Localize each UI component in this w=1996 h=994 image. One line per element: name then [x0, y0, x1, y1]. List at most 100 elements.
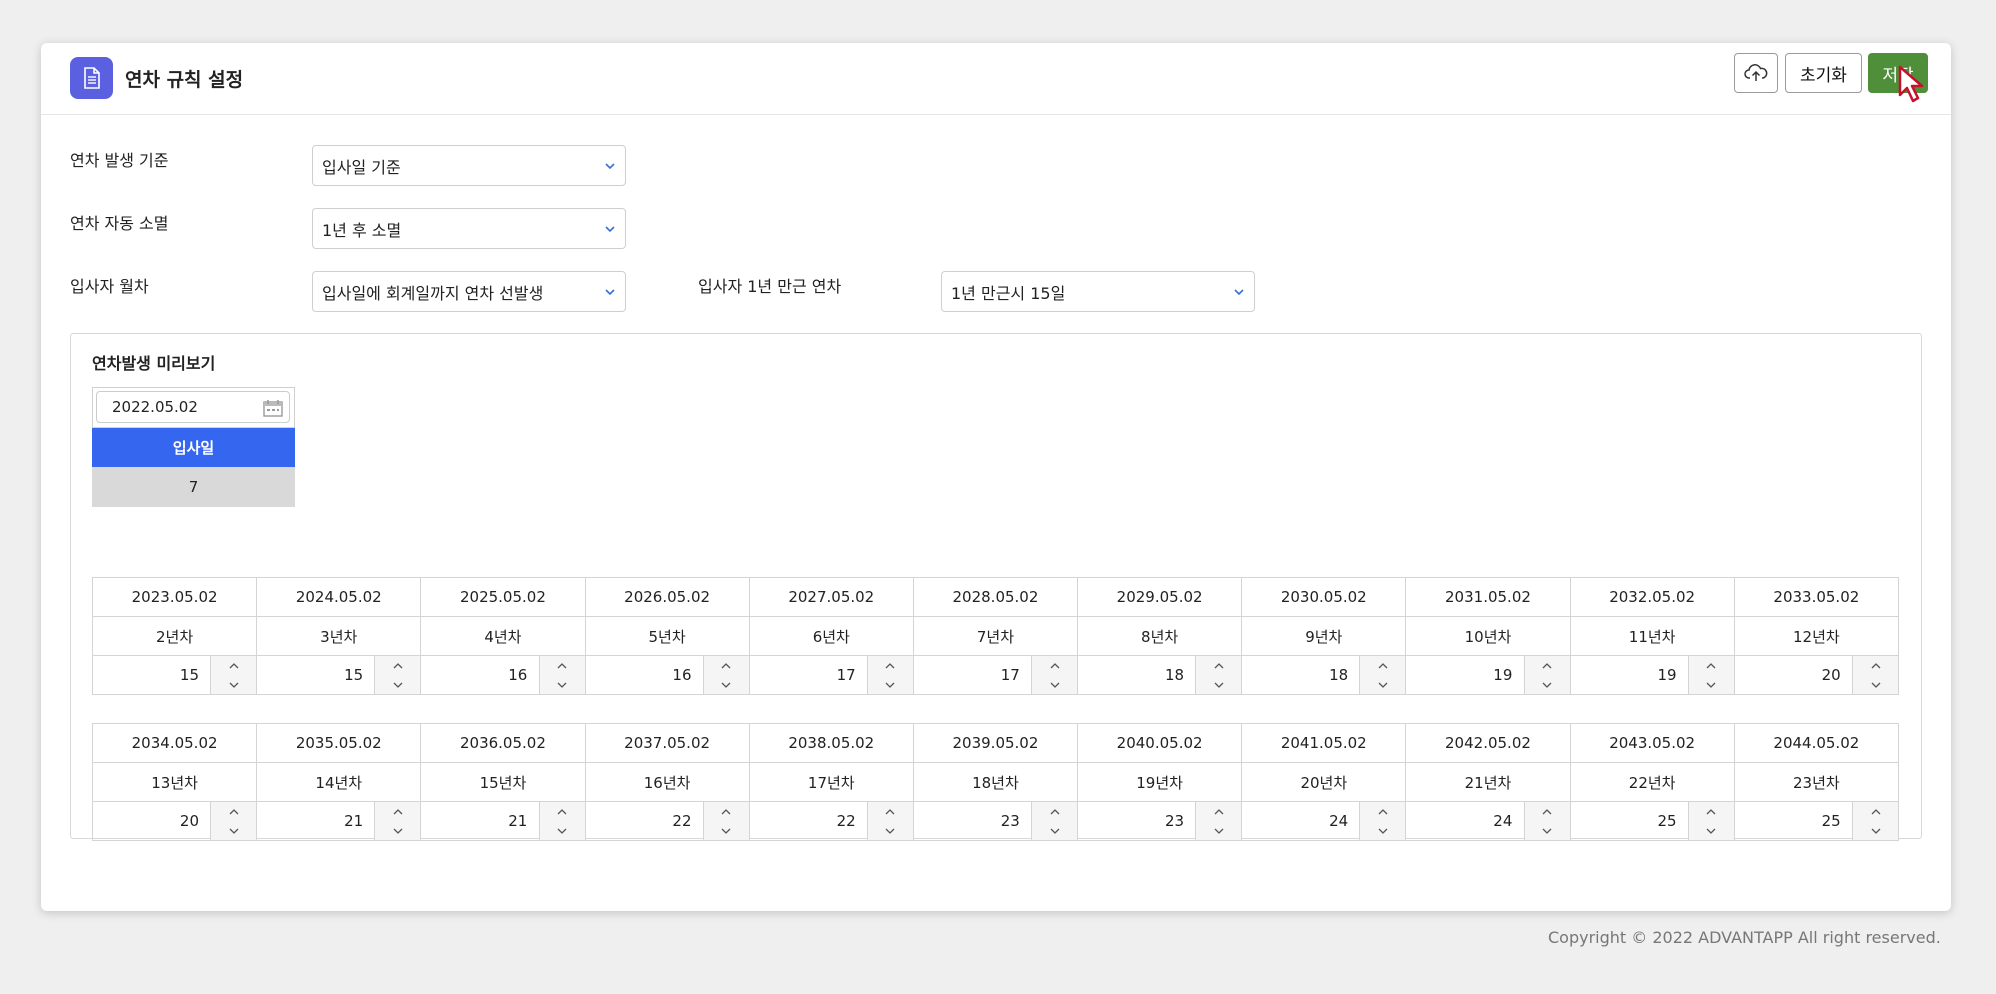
leave-days-stepper[interactable]: 18 — [1241, 655, 1407, 695]
leave-days-value[interactable]: 23 — [1078, 802, 1196, 840]
chevron-up-icon[interactable] — [1689, 802, 1734, 821]
chevron-up-icon[interactable] — [1853, 656, 1898, 675]
chevron-up-icon[interactable] — [540, 802, 585, 821]
chevron-down-icon[interactable] — [868, 675, 913, 694]
monthly-leave-select[interactable]: 입사일에 회계일까지 연차 선발생 — [312, 271, 626, 312]
chevron-down-icon[interactable] — [1525, 821, 1570, 840]
chevron-up-icon[interactable] — [375, 802, 420, 821]
calendar-icon[interactable] — [263, 399, 283, 417]
chevron-down-icon[interactable] — [211, 675, 256, 694]
leave-days-stepper[interactable]: 15 — [91, 655, 258, 695]
leave-days-value[interactable]: 17 — [914, 656, 1032, 694]
chevron-down-icon[interactable] — [375, 675, 420, 694]
chevron-up-icon[interactable] — [1525, 802, 1570, 821]
one-year-leave-select[interactable]: 1년 만근시 15일 — [941, 271, 1255, 312]
leave-days-stepper[interactable]: 23 — [912, 801, 1079, 841]
leave-days-value[interactable]: 16 — [586, 656, 704, 694]
chevron-down-icon[interactable] — [1360, 821, 1405, 840]
leave-days-value[interactable]: 19 — [1571, 656, 1689, 694]
chevron-up-icon[interactable] — [868, 802, 913, 821]
auto-expire-label: 연차 자동 소멸 — [70, 214, 169, 233]
leave-days-stepper[interactable]: 25 — [1733, 801, 1900, 841]
chevron-up-icon[interactable] — [540, 656, 585, 675]
leave-days-stepper[interactable]: 21 — [420, 801, 586, 841]
leave-days-stepper[interactable]: 22 — [748, 801, 914, 841]
leave-days-value[interactable]: 15 — [257, 656, 375, 694]
upload-button[interactable] — [1734, 53, 1778, 93]
chevron-up-icon[interactable] — [211, 656, 256, 675]
chevron-up-icon[interactable] — [1032, 802, 1077, 821]
chevron-down-icon[interactable] — [540, 821, 585, 840]
leave-days-stepper[interactable]: 16 — [420, 655, 586, 695]
chevron-up-icon[interactable] — [1196, 656, 1241, 675]
chevron-up-icon[interactable] — [868, 656, 913, 675]
stepper-controls — [210, 802, 257, 840]
leave-days-value[interactable]: 21 — [421, 802, 539, 840]
chevron-down-icon[interactable] — [1032, 821, 1077, 840]
leave-days-stepper[interactable]: 24 — [1405, 801, 1571, 841]
leave-days-value[interactable]: 19 — [1406, 656, 1524, 694]
leave-days-value[interactable]: 24 — [1242, 802, 1360, 840]
chevron-down-icon[interactable] — [1525, 675, 1570, 694]
chevron-down-icon[interactable] — [1360, 675, 1405, 694]
chevron-up-icon[interactable] — [704, 802, 749, 821]
chevron-down-icon[interactable] — [1853, 821, 1898, 840]
chevron-down-icon[interactable] — [704, 821, 749, 840]
leave-days-stepper[interactable]: 17 — [748, 655, 914, 695]
chevron-down-icon[interactable] — [211, 821, 256, 840]
leave-days-value[interactable]: 20 — [93, 802, 211, 840]
chevron-up-icon[interactable] — [1032, 656, 1077, 675]
chevron-up-icon[interactable] — [1853, 802, 1898, 821]
leave-days-value[interactable]: 22 — [750, 802, 868, 840]
chevron-down-icon[interactable] — [1196, 821, 1241, 840]
chevron-down-icon[interactable] — [1689, 675, 1734, 694]
leave-days-value[interactable]: 20 — [1735, 656, 1853, 694]
leave-days-value[interactable]: 17 — [750, 656, 868, 694]
chevron-up-icon[interactable] — [704, 656, 749, 675]
leave-days-stepper[interactable]: 25 — [1569, 801, 1735, 841]
year-row: 2년차 3년차 4년차 5년차 6년차 7년차 8년차 9년차 10년차 11년차 12년차 — [91, 616, 1900, 656]
occurrence-basis-select[interactable]: 입사일 기준 — [312, 145, 626, 186]
chevron-down-icon[interactable] — [868, 821, 913, 840]
leave-days-value[interactable]: 22 — [586, 802, 704, 840]
chevron-up-icon[interactable] — [1196, 802, 1241, 821]
leave-days-value[interactable]: 25 — [1571, 802, 1689, 840]
leave-days-stepper[interactable]: 21 — [256, 801, 422, 841]
leave-days-value[interactable]: 18 — [1078, 656, 1196, 694]
leave-days-value[interactable]: 24 — [1406, 802, 1524, 840]
chevron-down-icon[interactable] — [540, 675, 585, 694]
reset-button[interactable]: 초기화 — [1785, 53, 1862, 93]
leave-days-stepper[interactable]: 24 — [1241, 801, 1407, 841]
leave-days-stepper[interactable]: 15 — [256, 655, 422, 695]
leave-days-stepper[interactable]: 19 — [1405, 655, 1571, 695]
chevron-down-icon[interactable] — [704, 675, 749, 694]
leave-days-value[interactable]: 21 — [257, 802, 375, 840]
chevron-down-icon[interactable] — [1689, 821, 1734, 840]
leave-days-value[interactable]: 23 — [914, 802, 1032, 840]
chevron-up-icon[interactable] — [1689, 656, 1734, 675]
anniversary-date-cell: 2027.05.02 — [748, 577, 914, 617]
chevron-up-icon[interactable] — [1360, 802, 1405, 821]
chevron-down-icon[interactable] — [1032, 675, 1077, 694]
leave-days-stepper[interactable]: 18 — [1077, 655, 1243, 695]
chevron-up-icon[interactable] — [375, 656, 420, 675]
hire-date-input[interactable]: 2022.05.02 — [96, 391, 290, 423]
chevron-down-icon[interactable] — [1853, 675, 1898, 694]
leave-days-value[interactable]: 25 — [1735, 802, 1853, 840]
leave-days-stepper[interactable]: 16 — [584, 655, 750, 695]
chevron-down-icon[interactable] — [1196, 675, 1241, 694]
chevron-up-icon[interactable] — [1525, 656, 1570, 675]
leave-days-value[interactable]: 18 — [1242, 656, 1360, 694]
leave-days-stepper[interactable]: 23 — [1077, 801, 1243, 841]
leave-days-stepper[interactable]: 20 — [91, 801, 258, 841]
chevron-up-icon[interactable] — [1360, 656, 1405, 675]
chevron-down-icon[interactable] — [375, 821, 420, 840]
leave-days-value[interactable]: 16 — [421, 656, 539, 694]
leave-days-stepper[interactable]: 17 — [912, 655, 1079, 695]
chevron-up-icon[interactable] — [211, 802, 256, 821]
leave-days-stepper[interactable]: 20 — [1733, 655, 1900, 695]
auto-expire-select[interactable]: 1년 후 소멸 — [312, 208, 626, 249]
leave-days-stepper[interactable]: 19 — [1569, 655, 1735, 695]
leave-days-value[interactable]: 15 — [93, 656, 211, 694]
leave-days-stepper[interactable]: 22 — [584, 801, 750, 841]
